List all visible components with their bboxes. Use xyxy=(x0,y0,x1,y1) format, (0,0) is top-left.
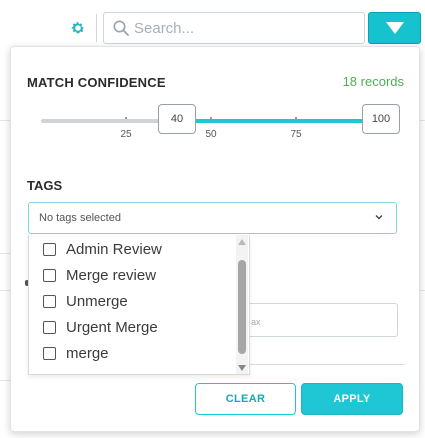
search-box[interactable] xyxy=(103,12,365,44)
checkbox[interactable] xyxy=(43,268,56,282)
match-confidence-label: MATCH CONFIDENCE xyxy=(27,75,166,90)
apply-button[interactable]: APPLY xyxy=(301,383,403,415)
checkbox[interactable] xyxy=(43,346,56,360)
tag-option[interactable]: Unmerge xyxy=(43,289,128,313)
slider-tick-label: 75 xyxy=(290,129,302,140)
tags-select-value: No tags selected xyxy=(39,212,121,224)
slider-min-handle[interactable]: 40 xyxy=(158,104,196,134)
tag-option-label: Urgent Merge xyxy=(66,318,158,336)
tags-label: TAGS xyxy=(27,178,63,193)
search-icon xyxy=(112,19,130,37)
tag-option[interactable]: Merge review xyxy=(43,263,156,287)
tag-option-label: Admin Review xyxy=(66,240,162,258)
tags-select[interactable]: No tags selected xyxy=(28,202,397,234)
clear-button[interactable]: CLEAR xyxy=(195,383,296,415)
scroll-up-arrow-icon[interactable] xyxy=(238,239,246,245)
tag-option-label: Unmerge xyxy=(66,292,128,310)
tag-option[interactable]: Admin Review xyxy=(43,237,162,261)
slider-tick-mark xyxy=(125,117,127,119)
filter-panel: MATCH CONFIDENCE 18 records 25 50 75 40 … xyxy=(10,46,420,432)
tag-option-label: Merge review xyxy=(66,266,157,284)
filter-toggle-button[interactable] xyxy=(368,12,421,44)
gear-icon[interactable] xyxy=(70,20,86,36)
confidence-range-slider[interactable]: 25 50 75 40 100 xyxy=(41,104,400,140)
toolbar-divider xyxy=(96,14,97,42)
checkbox[interactable] xyxy=(43,320,56,334)
tag-option[interactable]: merge xyxy=(43,341,109,365)
chevron-down-icon xyxy=(374,212,384,222)
search-input[interactable] xyxy=(130,18,364,38)
scrollbar-thumb[interactable] xyxy=(238,260,246,354)
tags-dropdown-list: Admin Review Merge review Unmerge Urgent… xyxy=(28,235,250,375)
slider-tick-mark xyxy=(295,117,297,119)
obscured-max-input[interactable]: ax xyxy=(247,303,398,337)
slider-selected-range xyxy=(177,119,381,123)
tag-option-label: merge xyxy=(66,344,109,362)
slider-tick-label: 25 xyxy=(120,129,132,140)
obscured-divider xyxy=(247,364,405,365)
slider-max-handle[interactable]: 100 xyxy=(362,104,400,134)
filter-icon xyxy=(385,22,404,34)
scroll-down-arrow-icon[interactable] xyxy=(238,365,246,371)
top-toolbar xyxy=(0,0,425,44)
tag-option[interactable]: Urgent Merge xyxy=(43,315,158,339)
checkbox[interactable] xyxy=(43,294,56,308)
records-count: 18 records xyxy=(342,74,404,89)
dropdown-scrollbar[interactable] xyxy=(236,235,248,374)
slider-tick-mark xyxy=(210,117,212,119)
slider-tick-label: 50 xyxy=(205,129,217,140)
checkbox[interactable] xyxy=(43,242,56,256)
